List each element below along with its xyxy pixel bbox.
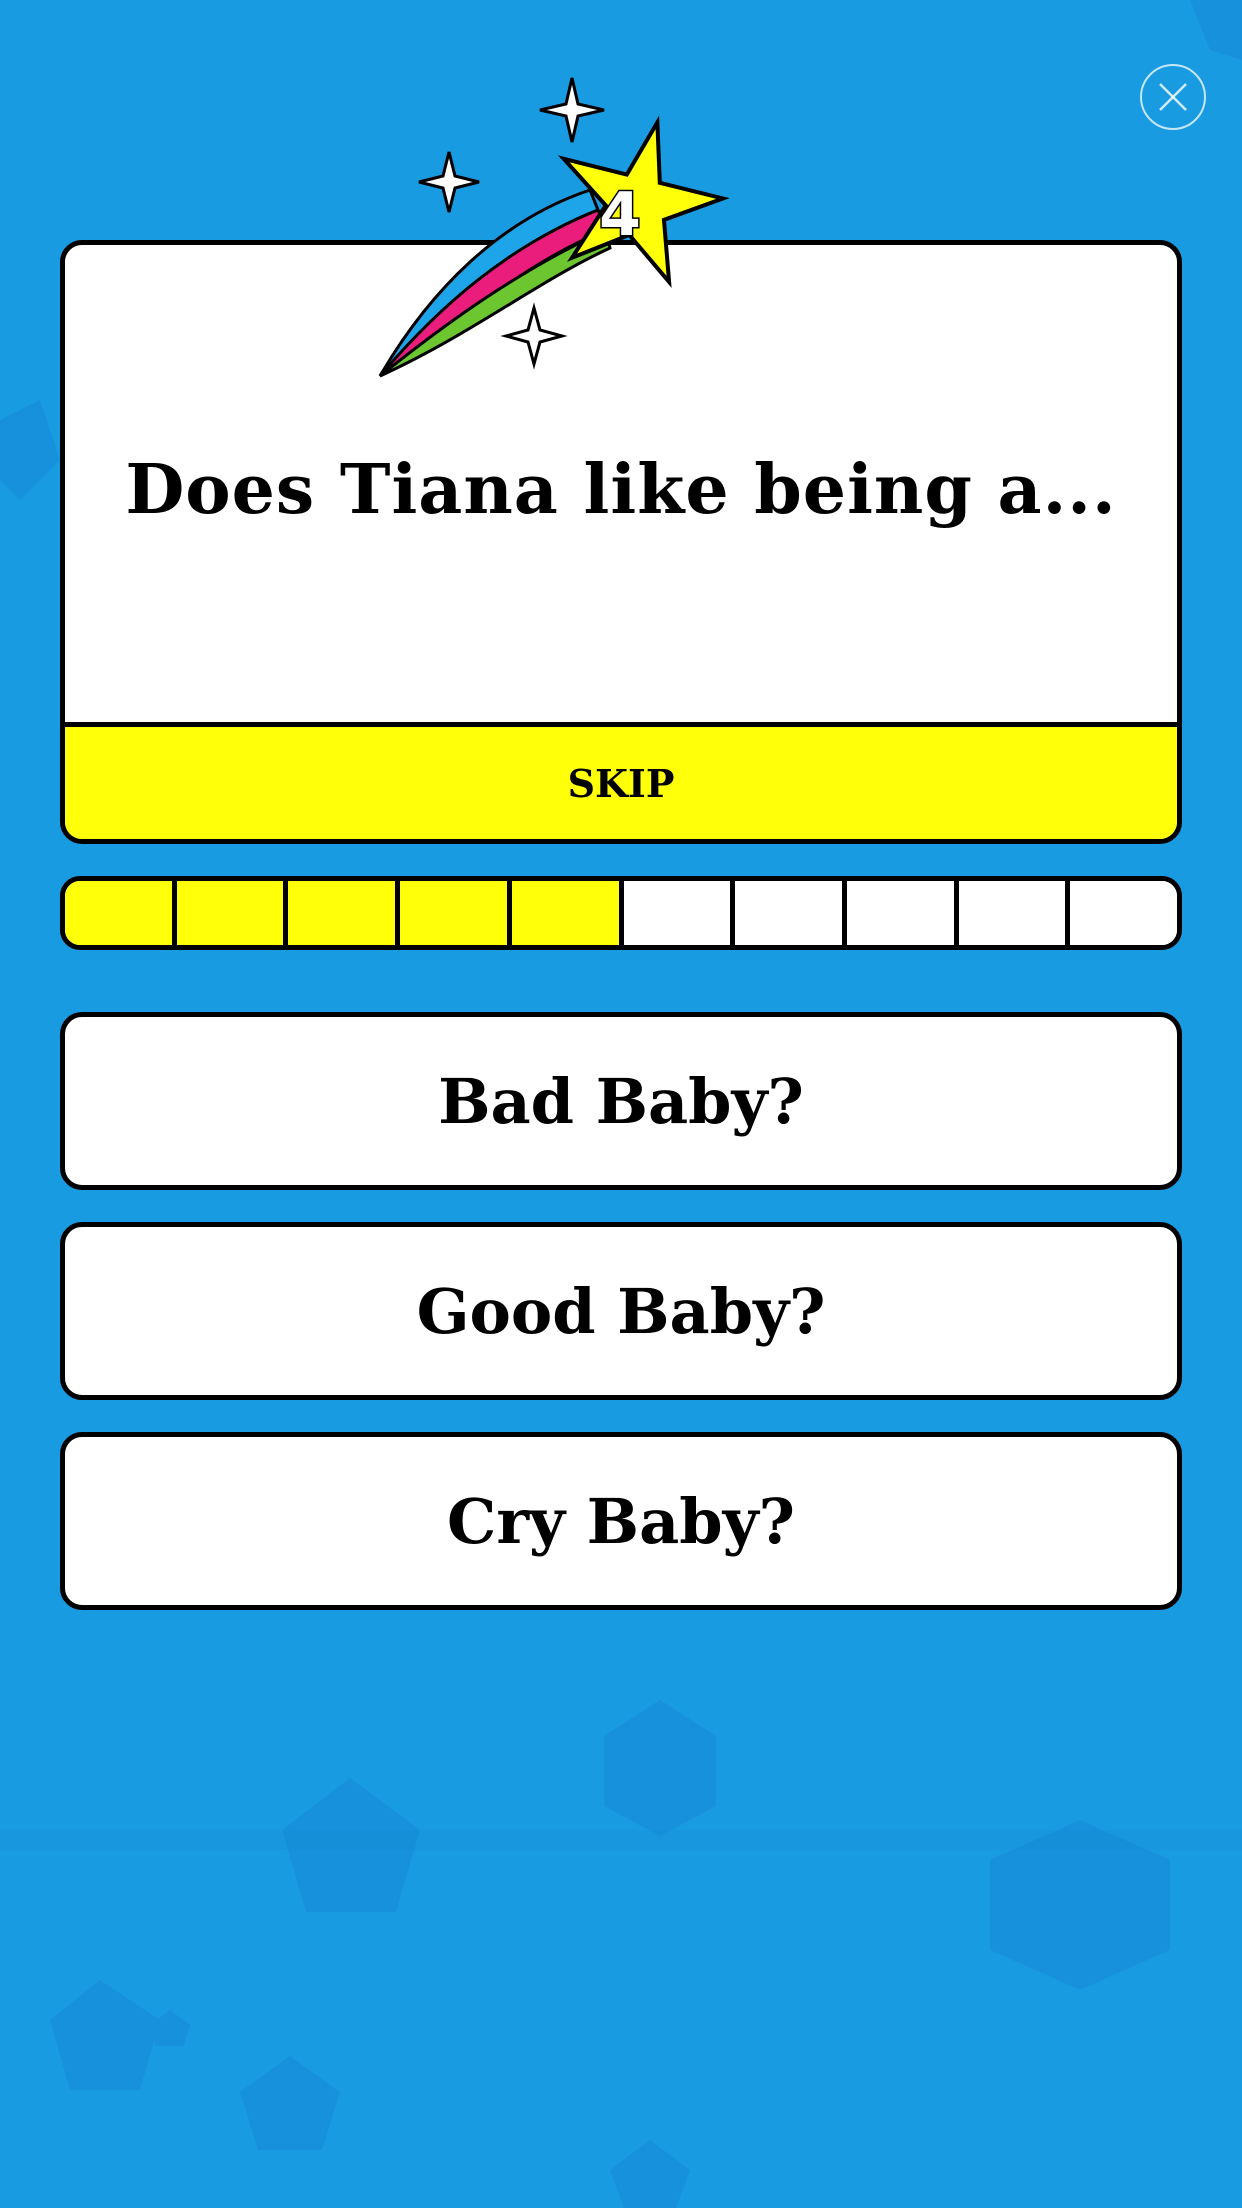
question-text: Does Tiana like being a... [125, 450, 1117, 530]
answer-button-cry-baby[interactable]: Cry Baby? [60, 1432, 1182, 1610]
close-button[interactable] [1140, 64, 1206, 130]
answer-button-good-baby[interactable]: Good Baby? [60, 1222, 1182, 1400]
progress-segment [176, 881, 289, 945]
progress-bar [60, 876, 1182, 950]
progress-segment [846, 881, 959, 945]
skip-button[interactable]: SKIP [65, 722, 1177, 839]
progress-segment [65, 881, 177, 945]
progress-segment [623, 881, 736, 945]
question-number: 4 [599, 180, 641, 250]
progress-segment [400, 881, 512, 945]
answer-button-bad-baby[interactable]: Bad Baby? [60, 1012, 1182, 1190]
progress-segment [288, 881, 401, 945]
progress-segment [511, 881, 624, 945]
progress-segment [735, 881, 847, 945]
progress-segment [1070, 881, 1177, 945]
shooting-star-icon: 4 [378, 77, 730, 378]
close-icon [1159, 83, 1187, 111]
progress-segment [958, 881, 1071, 945]
